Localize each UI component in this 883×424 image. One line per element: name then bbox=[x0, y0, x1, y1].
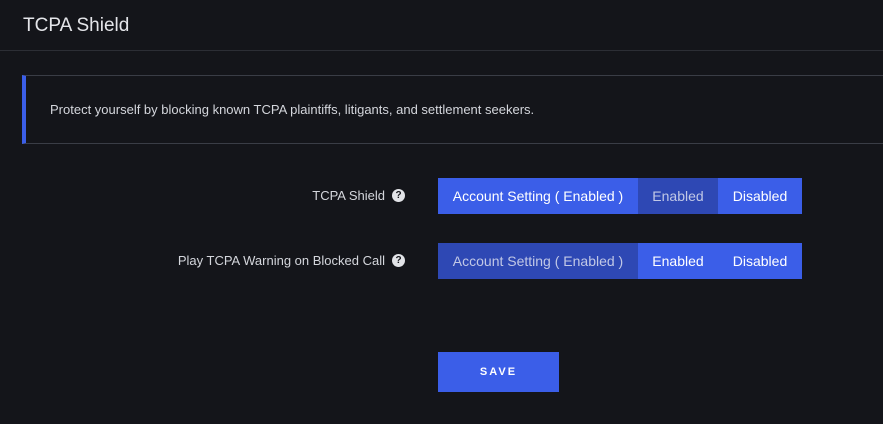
page-title: TCPA Shield bbox=[23, 15, 130, 36]
setting-row-play-warning: Play TCPA Warning on Blocked Call ? Acco… bbox=[0, 243, 883, 279]
info-banner: Protect yourself by blocking known TCPA … bbox=[22, 75, 883, 144]
question-circle-icon[interactable]: ? bbox=[392, 189, 405, 202]
tcpa-shield-button-group: Account Setting ( Enabled ) Enabled Disa… bbox=[438, 178, 802, 214]
play-warning-account-setting-button[interactable]: Account Setting ( Enabled ) bbox=[438, 243, 638, 279]
tcpa-shield-label: TCPA Shield bbox=[312, 188, 385, 203]
save-button[interactable]: SAVE bbox=[438, 352, 559, 392]
page-header: TCPA Shield bbox=[0, 0, 883, 51]
play-warning-disabled-button[interactable]: Disabled bbox=[718, 243, 802, 279]
play-warning-button-group: Account Setting ( Enabled ) Enabled Disa… bbox=[438, 243, 802, 279]
question-circle-icon[interactable]: ? bbox=[392, 254, 405, 267]
tcpa-shield-disabled-button[interactable]: Disabled bbox=[718, 178, 802, 214]
play-warning-enabled-button[interactable]: Enabled bbox=[638, 243, 718, 279]
info-banner-text: Protect yourself by blocking known TCPA … bbox=[50, 102, 535, 117]
tcpa-shield-enabled-button[interactable]: Enabled bbox=[638, 178, 718, 214]
play-warning-label: Play TCPA Warning on Blocked Call bbox=[177, 253, 385, 268]
tcpa-shield-account-setting-button[interactable]: Account Setting ( Enabled ) bbox=[438, 178, 638, 214]
setting-row-tcpa-shield: TCPA Shield ? Account Setting ( Enabled … bbox=[0, 178, 883, 214]
